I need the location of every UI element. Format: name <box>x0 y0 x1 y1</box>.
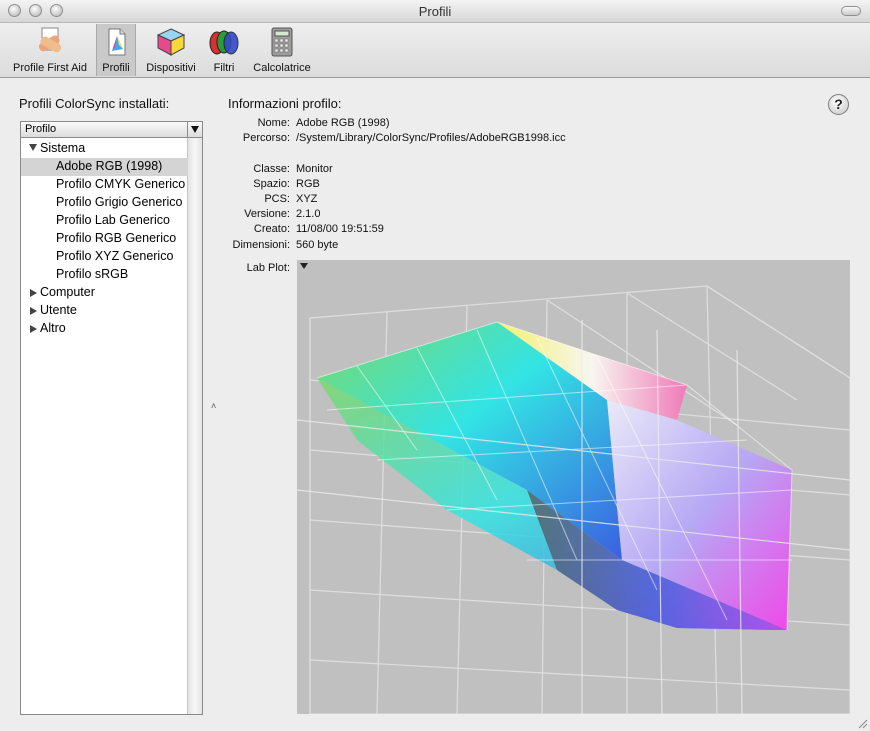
tab-profili[interactable]: Profili <box>96 24 136 76</box>
column-header-profilo[interactable]: Profilo <box>21 122 202 138</box>
group-label: Sistema <box>40 141 86 155</box>
created-label: Creato: <box>253 223 290 235</box>
name-value: Adobe RGB (1998) <box>296 117 390 129</box>
list-item-srgb[interactable]: Profilo sRGB <box>21 266 188 284</box>
pcs-label: PCS: <box>264 193 290 205</box>
list-group-utente[interactable]: Utente <box>21 302 188 320</box>
gamut-3d-plot <box>297 260 850 714</box>
list-item-adobe-rgb[interactable]: Adobe RGB (1998) <box>21 158 188 176</box>
list-item-cmyk-generico[interactable]: Profilo CMYK Generico <box>21 176 188 194</box>
item-label: Profilo XYZ Generico <box>56 249 174 263</box>
group-label: Utente <box>40 303 77 317</box>
tab-dispositivi[interactable]: Dispositivi <box>140 24 202 76</box>
space-value: RGB <box>296 178 320 190</box>
created-value: 11/08/00 19:51:59 <box>296 223 384 235</box>
list-item-rgb-generico[interactable]: Profilo RGB Generico <box>21 230 188 248</box>
sort-menu-button[interactable] <box>187 122 202 137</box>
list-group-altro[interactable]: Altro <box>21 320 188 338</box>
disclosure-right-icon[interactable] <box>30 325 37 333</box>
profile-list[interactable]: Profilo Sistema Adobe RGB (1998) Profilo… <box>20 121 203 715</box>
item-label: Profilo Grigio Generico <box>56 195 183 209</box>
window-title: Profili <box>418 4 452 19</box>
first-aid-icon <box>38 27 62 53</box>
tab-calcolatrice[interactable]: Calcolatrice <box>248 24 316 76</box>
list-group-computer[interactable]: Computer <box>21 284 188 302</box>
resize-grip-icon[interactable] <box>857 718 868 729</box>
list-item-xyz-generico[interactable]: Profilo XYZ Generico <box>21 248 188 266</box>
tab-label: Profile First Aid <box>13 62 87 74</box>
group-label: Computer <box>40 285 95 299</box>
pcs-value: XYZ <box>296 193 318 205</box>
tab-label: Profili <box>102 62 130 74</box>
title-bar[interactable]: Profili <box>0 0 870 23</box>
sidebar-title: Profili ColorSync installati: <box>19 96 170 111</box>
lab-plot-label: Lab Plot: <box>246 262 290 274</box>
tab-label: Calcolatrice <box>253 62 311 74</box>
size-value: 560 byte <box>296 239 339 251</box>
space-label: Spazio: <box>253 178 290 190</box>
list-group-sistema[interactable]: Sistema <box>21 140 188 158</box>
size-label: Dimensioni: <box>232 239 290 251</box>
list-item-grigio-generico[interactable]: Profilo Grigio Generico <box>21 194 188 212</box>
group-label: Altro <box>40 321 66 335</box>
list-item-lab-generico[interactable]: Profilo Lab Generico <box>21 212 188 230</box>
version-value: 2.1.0 <box>296 208 321 220</box>
tab-label: Filtri <box>213 62 235 74</box>
path-value: /System/Library/ColorSync/Profiles/Adobe… <box>296 132 566 144</box>
class-label: Classe: <box>253 163 290 175</box>
name-label: Nome: <box>257 117 290 129</box>
filter-icon <box>209 30 239 55</box>
info-title: Informazioni profilo: <box>228 96 342 111</box>
disclosure-right-icon[interactable] <box>30 307 37 315</box>
disclosure-right-icon[interactable] <box>30 289 37 297</box>
profile-icon <box>108 28 126 56</box>
path-label: Percorso: <box>242 132 290 144</box>
split-view-handle[interactable]: ˄ <box>211 401 216 411</box>
item-label: Adobe RGB (1998) <box>56 159 163 173</box>
plot-menu-chevron-down-icon[interactable] <box>300 263 308 269</box>
item-label: Profilo sRGB <box>56 267 129 281</box>
item-label: Profilo CMYK Generico <box>56 177 186 191</box>
lab-plot-view[interactable] <box>297 260 850 714</box>
column-header-label: Profilo <box>25 123 57 135</box>
chevron-down-icon <box>191 126 199 133</box>
tab-profile-first-aid[interactable]: Profile First Aid <box>4 24 96 76</box>
window: Profili Profile First Aid Profili Dispos… <box>0 0 870 731</box>
toolbar: Profile First Aid Profili Dispositivi Fi… <box>0 23 870 78</box>
class-value: Monitor <box>296 163 333 175</box>
calculator-icon <box>271 27 293 57</box>
tab-label: Dispositivi <box>146 62 196 74</box>
help-button[interactable]: ? <box>828 94 849 115</box>
device-cube-icon <box>156 28 186 56</box>
version-label: Versione: <box>244 208 290 220</box>
item-label: Profilo RGB Generico <box>56 231 177 245</box>
item-label: Profilo Lab Generico <box>56 213 170 227</box>
disclosure-down-icon[interactable] <box>29 144 37 151</box>
vertical-scrollbar[interactable] <box>187 138 202 714</box>
toolbar-toggle-button[interactable] <box>841 6 861 16</box>
tab-filtri[interactable]: Filtri <box>204 24 244 76</box>
